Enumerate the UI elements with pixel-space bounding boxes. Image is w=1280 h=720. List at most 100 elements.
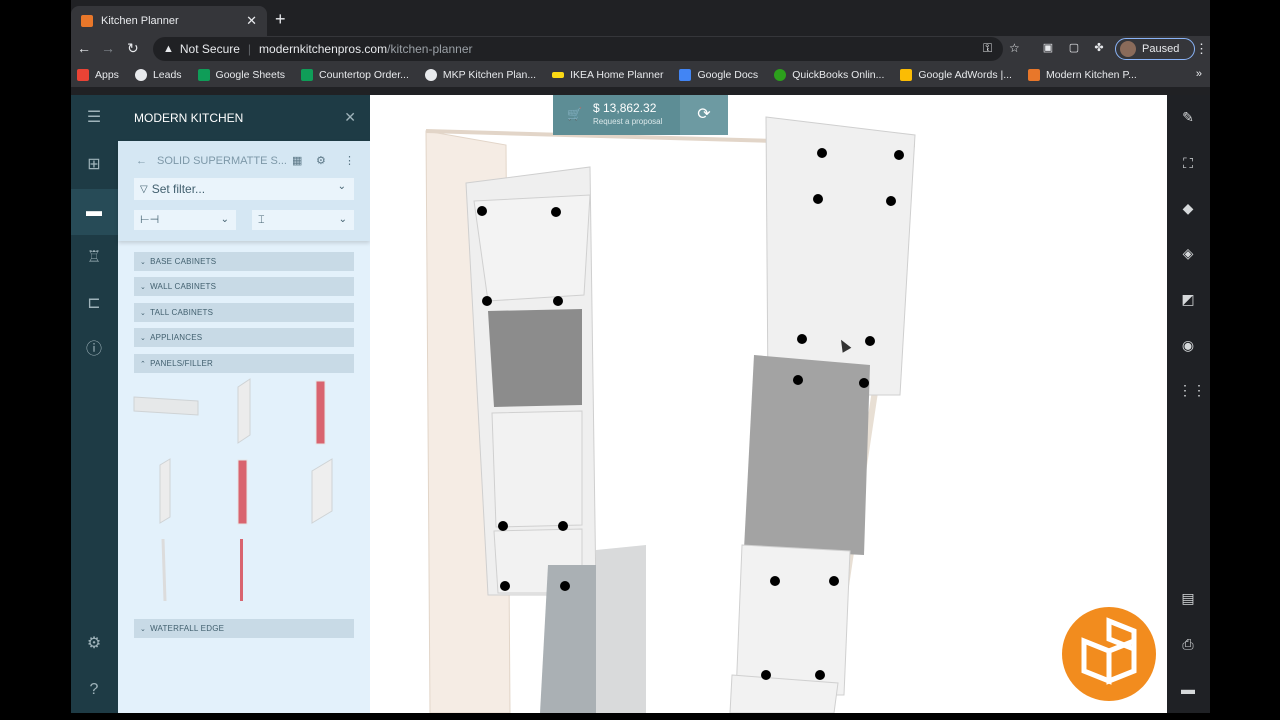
- bookmark-ikea-home-planner[interactable]: IKEA Home Planner: [552, 69, 663, 81]
- chevron-down-icon: ⌄: [140, 626, 147, 633]
- height-filter-select[interactable]: ⌶ ⌄: [252, 210, 354, 230]
- breadcrumb-label: SOLID SUPERMATTE S...: [157, 155, 287, 167]
- total-price: $ 13,862.32: [593, 101, 657, 115]
- furniture-icon[interactable]: ▬: [84, 202, 104, 222]
- avatar: [1120, 41, 1136, 57]
- thumb-red-filler-2[interactable]: [237, 459, 248, 525]
- floorplan-icon[interactable]: ⊞: [84, 155, 104, 175]
- forward-icon[interactable]: →: [101, 40, 115, 56]
- width-filter-select[interactable]: ⊢⊣ ⌄: [134, 210, 236, 230]
- chevron-down-icon: ⌄: [140, 335, 147, 342]
- browser-window: Kitchen Planner ✕ + ← → ↻ ▲ Not Secure |…: [71, 0, 1210, 713]
- left-nav-rail: ☰ ⊞ ▬ ♖ ⊏ ⓘ ⚙ ?: [71, 95, 118, 713]
- new-tab-button[interactable]: +: [275, 9, 286, 30]
- profile-button[interactable]: Paused: [1115, 38, 1195, 60]
- save-icon[interactable]: ▤: [1178, 588, 1198, 608]
- category-tall-cabinets[interactable]: ⌄ TALL CABINETS: [134, 303, 354, 322]
- sheets-icon: [301, 68, 314, 81]
- category-appliances[interactable]: ⌄ APPLIANCES: [134, 328, 354, 347]
- thumb-vertical-panel[interactable]: [237, 378, 251, 444]
- bookmarks-overflow-icon[interactable]: »: [1196, 68, 1202, 80]
- thumb-red-filler[interactable]: [315, 380, 326, 445]
- sync-icon[interactable]: ⟳: [680, 95, 728, 135]
- bookmark-modern-kitchen[interactable]: Modern Kitchen P...: [1027, 68, 1137, 81]
- extensions-puzzle-icon[interactable]: ✤: [1092, 41, 1106, 55]
- browser-menu-icon[interactable]: ⋮: [1195, 41, 1208, 57]
- 3d-viewport[interactable]: 🛒 $ 13,862.32 Request a proposal ⟳: [370, 95, 1167, 713]
- reload-icon[interactable]: ↻: [127, 40, 139, 57]
- modern-kitchen-logo: [1062, 607, 1156, 701]
- bookmarks-bar: Apps Leads Google Sheets Countertop Orde…: [71, 62, 1210, 88]
- request-proposal-link[interactable]: Request a proposal: [593, 117, 662, 126]
- bookmark-countertop-order[interactable]: Countertop Order...: [301, 68, 409, 81]
- grid-view-icon[interactable]: ▦: [292, 154, 302, 167]
- decor-icon[interactable]: ♖: [84, 248, 104, 268]
- thumb-horizontal-panel[interactable]: [133, 396, 199, 416]
- filter-select[interactable]: ▽ Set filter... ⌄: [134, 178, 354, 200]
- breadcrumb: ← SOLID SUPERMATTE S...: [136, 155, 287, 167]
- help-icon[interactable]: ?: [84, 680, 104, 700]
- apps-grid-icon[interactable]: ⋮⋮: [1178, 380, 1206, 400]
- catalog-more-icon[interactable]: ⋮: [344, 154, 355, 167]
- eye-icon[interactable]: ◉: [1178, 335, 1198, 355]
- right-tool-rail: ✎ ⛶ ◆ ◈ ◩ ◉ ⋮⋮ ▤ ⎙ ▬: [1167, 95, 1210, 713]
- quickbooks-icon: [774, 68, 787, 81]
- category-waterfall-edge[interactable]: ⌄ WATERFALL EDGE: [134, 619, 354, 638]
- bookmark-mkp-kitchen-plan[interactable]: MKP Kitchen Plan...: [424, 68, 536, 81]
- category-base-cabinets[interactable]: ⌄ BASE CABINETS: [134, 252, 354, 271]
- thumb-thin-filler[interactable]: [161, 538, 167, 602]
- layers-icon[interactable]: ◈: [1178, 243, 1198, 263]
- bookmark-google-adwords[interactable]: Google AdWords |...: [900, 68, 1012, 81]
- docs-icon: [679, 68, 692, 81]
- extension-code-icon[interactable]: ▣: [1041, 41, 1055, 55]
- catalog-panel: MODERN KITCHEN ✕ ← SOLID SUPERMATTE S...…: [118, 95, 370, 713]
- chevron-down-icon: ⌄: [338, 214, 347, 225]
- panel-toolbar: ← SOLID SUPERMATTE S... ▦ ⚙ ⋮ ▽ Set filt…: [118, 141, 370, 241]
- tab-strip: Kitchen Planner ✕ +: [71, 0, 1210, 36]
- price-bar[interactable]: 🛒 $ 13,862.32 Request a proposal ⟳: [553, 95, 728, 135]
- extension-capture-icon[interactable]: ▢: [1067, 41, 1081, 55]
- category-wall-cabinets[interactable]: ⌄ WALL CABINETS: [134, 277, 354, 296]
- catalog-settings-icon[interactable]: ⚙: [316, 154, 326, 167]
- key-icon[interactable]: ⚿: [983, 41, 992, 56]
- bookmark-apps[interactable]: Apps: [77, 68, 119, 81]
- structure-icon[interactable]: ⊏: [84, 294, 104, 314]
- menu-icon[interactable]: ☰: [84, 108, 104, 128]
- print-icon[interactable]: ⎙: [1178, 634, 1198, 654]
- tab-title: Kitchen Planner: [101, 15, 179, 27]
- warning-icon: ▲: [163, 43, 174, 55]
- panel-close-icon[interactable]: ✕: [344, 109, 356, 126]
- settings-gear-icon[interactable]: ⚙: [84, 634, 104, 654]
- kitchen-planner-app: ☰ ⊞ ▬ ♖ ⊏ ⓘ ⚙ ? MODERN KITCHEN ✕ ← SOLID…: [71, 95, 1210, 713]
- kitchen-3d-render: [425, 116, 916, 713]
- user-check-icon[interactable]: ✎: [1178, 107, 1198, 127]
- bookmark-google-sheets[interactable]: Google Sheets: [197, 68, 285, 81]
- address-bar[interactable]: ▲ Not Secure | modernkitchenpros.com /ki…: [153, 37, 1020, 61]
- thumb-wide-panel[interactable]: [311, 458, 333, 524]
- globe-icon: [134, 68, 147, 81]
- bookmark-google-docs[interactable]: Google Docs: [679, 68, 758, 81]
- edit-square-icon[interactable]: ◩: [1178, 289, 1198, 309]
- folder-icon[interactable]: ▬: [1178, 679, 1198, 699]
- ikea-icon: [552, 71, 565, 78]
- back-arrow-icon[interactable]: ←: [136, 155, 147, 167]
- bookmark-star-icon[interactable]: ☆: [1009, 41, 1020, 55]
- panel-thumbnails: [133, 378, 333, 602]
- url-path: /kitchen-planner: [387, 42, 473, 56]
- tab-kitchen-planner[interactable]: Kitchen Planner ✕: [71, 6, 267, 36]
- back-icon[interactable]: ←: [77, 40, 91, 56]
- profile-status: Paused: [1142, 43, 1180, 55]
- url-domain: modernkitchenpros.com: [259, 42, 388, 56]
- bookmark-quickbooks[interactable]: QuickBooks Onlin...: [774, 68, 884, 81]
- fullscreen-icon[interactable]: ⛶: [1178, 153, 1198, 173]
- bookmark-leads[interactable]: Leads: [134, 68, 182, 81]
- info-icon[interactable]: ⓘ: [84, 340, 104, 360]
- thumb-slim-panel[interactable]: [159, 458, 171, 524]
- tab-close-icon[interactable]: ✕: [246, 13, 257, 29]
- thumb-red-thin-filler[interactable]: [240, 539, 243, 601]
- security-label: Not Secure: [179, 42, 240, 56]
- apps-grid-icon: [77, 68, 89, 81]
- cube-icon[interactable]: ◆: [1178, 198, 1198, 218]
- category-panels-filler[interactable]: ⌃ PANELS/FILLER: [134, 354, 354, 373]
- width-icon: ⊢⊣: [140, 214, 160, 226]
